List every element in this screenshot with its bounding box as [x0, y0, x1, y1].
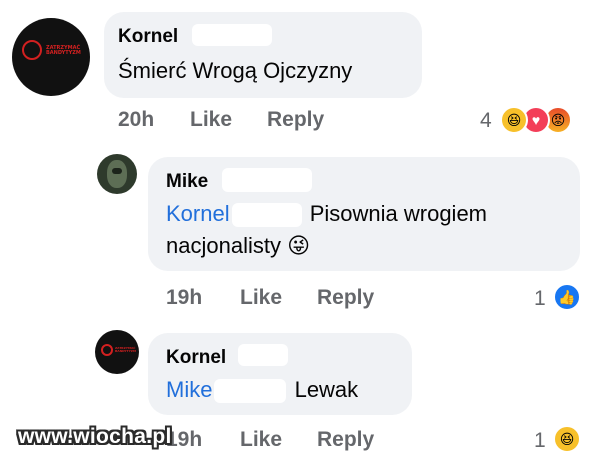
comment-text-part: nacjonalisty	[166, 233, 281, 258]
like-button[interactable]: Like	[240, 428, 282, 452]
reaction-count[interactable]: 1	[534, 429, 546, 453]
reply-button[interactable]: Reply	[317, 428, 374, 452]
redaction-scribble	[222, 168, 312, 192]
comment-author[interactable]: Kornel	[166, 347, 226, 369]
redaction-scribble	[231, 203, 302, 228]
avatar-photo	[107, 160, 127, 188]
comment-text: Śmierć Wrogą Ojczyzny	[118, 58, 353, 83]
haha-icon[interactable]: 😆	[553, 425, 581, 453]
redaction-scribble	[192, 24, 272, 46]
logo-icon	[101, 344, 113, 356]
avatar-logo-text: ZATRZYMAĆ BANDYTYZM	[46, 45, 81, 57]
redaction-scribble	[238, 344, 288, 366]
avatar-logo-text: ZATRZYMAĆ BANDYTYZM	[115, 346, 136, 354]
comment-text-part: Lewak	[294, 377, 359, 402]
mention-link[interactable]: Mike	[166, 377, 212, 402]
comment-author[interactable]: Kornel	[118, 26, 178, 48]
haha-icon[interactable]: 😆	[500, 106, 528, 134]
winking-tongue-emoji: 😜	[287, 233, 311, 258]
like-icon[interactable]: 👍	[553, 283, 581, 311]
avatar[interactable]: ZATRZYMAĆ BANDYTYZM	[12, 18, 90, 96]
reaction-count[interactable]: 4	[480, 109, 492, 133]
redaction-scribble	[214, 379, 287, 404]
comment-text: Mike Lewak	[166, 377, 359, 404]
avatar-photo-detail	[112, 168, 122, 174]
reply-button[interactable]: Reply	[267, 108, 324, 132]
like-button[interactable]: Like	[240, 286, 282, 310]
reaction-count[interactable]: 1	[534, 287, 546, 311]
logo-icon	[22, 40, 42, 60]
comment-text: Kornel Pisownia wrogiem	[166, 201, 488, 228]
reply-button[interactable]: Reply	[317, 286, 374, 310]
mention-link[interactable]: Kornel	[166, 201, 230, 226]
avatar[interactable]: ZATRZYMAĆ BANDYTYZM	[95, 330, 139, 374]
comment-time[interactable]: 20h	[118, 108, 154, 132]
comment-text-part: Pisownia wrogiem	[309, 201, 488, 226]
like-button[interactable]: Like	[190, 108, 232, 132]
watermark: www.wiocha.pl	[18, 425, 172, 448]
comment-text-line2: nacjonalisty 😜	[166, 233, 310, 259]
avatar[interactable]	[97, 154, 137, 194]
comment-author[interactable]: Mike	[166, 171, 208, 193]
comment-time[interactable]: 19h	[166, 286, 202, 310]
